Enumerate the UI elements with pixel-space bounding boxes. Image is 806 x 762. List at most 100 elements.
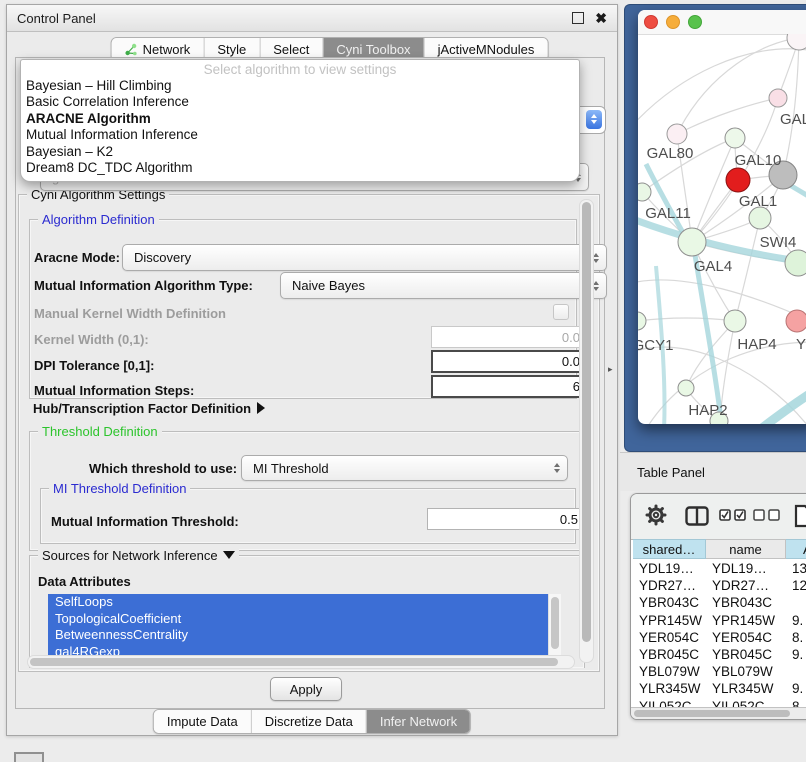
- table-cell: YBR043C: [712, 594, 786, 611]
- column-header-name[interactable]: name: [706, 539, 786, 559]
- table-row[interactable]: YBR043CYBR043C: [631, 594, 806, 611]
- hub-definition-toggle[interactable]: Hub/Transcription Factor Definition: [33, 401, 265, 416]
- network-edge[interactable]: [754, 374, 806, 424]
- minimize-traffic-light[interactable]: [666, 15, 680, 29]
- network-node-gal1[interactable]: [749, 207, 771, 229]
- algorithm-option-bayesian-hill-climbing[interactable]: Bayesian – Hill Climbing: [21, 78, 579, 94]
- table-window: shared…nameA YDL19…YDL19…13YDR27…YDR27…1…: [630, 493, 806, 720]
- manual-kernel-checkbox[interactable]: [553, 304, 569, 320]
- network-node-partial-top[interactable]: [787, 34, 806, 50]
- algorithm-option-mutual-information-inference[interactable]: Mutual Information Inference: [21, 127, 579, 143]
- table-row[interactable]: YBR045CYBR045C9.: [631, 646, 806, 663]
- algorithm-option-dream8-dc-tdc-algorithm[interactable]: Dream8 DC_TDC Algorithm: [21, 160, 579, 176]
- network-edge[interactable]: [692, 138, 735, 242]
- table-hscrollbar[interactable]: [631, 707, 806, 719]
- kernel-width-value: 0.0: [562, 330, 580, 345]
- apply-button-label: Apply: [290, 682, 323, 697]
- network-edge[interactable]: [677, 98, 778, 134]
- network-node-gal80[interactable]: [667, 124, 687, 144]
- algorithm-option-basic-correlation-inference[interactable]: Basic Correlation Inference: [21, 94, 579, 110]
- mi-steps-field[interactable]: 6: [431, 375, 589, 398]
- document-icon[interactable]: [794, 504, 806, 528]
- settings-hscrollbar-thumb[interactable]: [30, 658, 558, 666]
- table-cell: YDR27…: [639, 577, 706, 594]
- table-row[interactable]: YBL079WYBL079W: [631, 663, 806, 680]
- table-toolbar: [631, 494, 806, 540]
- algorithm-definition-group: Algorithm Definition Aracne Mode: Discov…: [29, 219, 577, 399]
- network-node-hap4[interactable]: [724, 310, 746, 332]
- table-row[interactable]: YDR27…YDR27…12: [631, 577, 806, 594]
- panel-collapse-arrow[interactable]: ▸: [608, 364, 613, 375]
- control-panel-title: Control Panel: [17, 11, 96, 26]
- unchecked-rows-icon[interactable]: [753, 509, 781, 521]
- kernel-width-field[interactable]: 0.0: [431, 326, 589, 348]
- checked-rows-icon[interactable]: [719, 509, 747, 521]
- table-hscrollbar-thumb[interactable]: [634, 710, 790, 717]
- mi-threshold-group: MI Threshold Definition Mutual Informati…: [40, 488, 576, 544]
- aracne-mode-combo[interactable]: Discovery: [122, 244, 607, 271]
- minimized-panel-icon[interactable]: [14, 752, 44, 762]
- network-node-gal4[interactable]: [678, 228, 706, 256]
- attributes-scrollbar-thumb[interactable]: [551, 597, 559, 649]
- table-row[interactable]: YDL19…YDL19…13: [631, 560, 806, 577]
- tab-infer-network[interactable]: Infer Network: [366, 710, 470, 733]
- algorithm-option-aracne-algorithm[interactable]: ARACNE Algorithm: [21, 111, 579, 127]
- sources-title-label: Sources for Network Inference: [42, 548, 218, 563]
- network-svg[interactable]: GALGAL80GAL10GAL1GAL11SWI4GAL4GCY1HAP4YH…: [638, 34, 806, 424]
- zoom-traffic-light[interactable]: [688, 15, 702, 29]
- column-header-a[interactable]: A: [786, 539, 806, 559]
- table-cell: 8.: [792, 629, 806, 646]
- network-node-gal10[interactable]: [725, 128, 745, 148]
- dpi-tolerance-field[interactable]: 0.0: [431, 350, 589, 373]
- settings-vscrollbar[interactable]: [579, 199, 594, 663]
- table-row[interactable]: YLR345WYLR345W9.: [631, 680, 806, 697]
- settings-vscrollbar-thumb[interactable]: [582, 202, 591, 642]
- control-panel-window: Control Panel ✖ NetworkStyleSelectCyni T…: [6, 4, 618, 736]
- node-label-gal4: GAL4: [694, 258, 732, 275]
- network-edge[interactable]: [788, 184, 806, 216]
- table-cell: 9.: [792, 646, 806, 663]
- attribute-item-betweennesscentrality[interactable]: BetweennessCentrality: [48, 627, 560, 644]
- mi-type-combo[interactable]: Naive Bayes: [280, 272, 607, 299]
- sources-title[interactable]: Sources for Network Inference: [38, 548, 239, 563]
- threshold-definition-group: Threshold Definition Which threshold to …: [29, 431, 585, 551]
- tab-impute-data[interactable]: Impute Data: [154, 710, 251, 733]
- network-edge[interactable]: [783, 38, 799, 175]
- network-edge[interactable]: [638, 280, 806, 334]
- stepper-icon: [586, 110, 602, 129]
- tab-label: Infer Network: [380, 714, 457, 729]
- settings-hscrollbar[interactable]: [27, 655, 575, 669]
- column-header-shared[interactable]: shared…: [633, 539, 706, 559]
- tab-label: Select: [273, 42, 309, 57]
- table-row[interactable]: YER054CYER054C8.: [631, 629, 806, 646]
- attributes-scrollbar[interactable]: [548, 594, 561, 660]
- table-row[interactable]: YPR145WYPR145W9.: [631, 612, 806, 629]
- tab-discretize-data[interactable]: Discretize Data: [251, 710, 366, 733]
- network-node-y-node[interactable]: [786, 310, 806, 332]
- network-node-red[interactable]: [726, 168, 750, 192]
- network-node-hap2[interactable]: [678, 380, 694, 396]
- tab-label: Network: [143, 42, 191, 57]
- bottom-tab-strip: Impute DataDiscretize Data Infer Network: [153, 709, 471, 734]
- gear-icon[interactable]: [645, 504, 667, 526]
- mi-threshold-field[interactable]: 0.5: [427, 508, 587, 530]
- apply-button[interactable]: Apply: [270, 677, 342, 701]
- which-threshold-combo[interactable]: MI Threshold: [241, 455, 568, 481]
- network-node-gal11[interactable]: [638, 183, 651, 201]
- float-icon[interactable]: [572, 12, 584, 24]
- network-tab-icon: [125, 43, 138, 56]
- network-window-titlebar: [638, 10, 806, 35]
- mi-type-value: Naive Bayes: [292, 278, 365, 293]
- split-columns-icon[interactable]: [685, 506, 709, 526]
- network-node-swi4[interactable]: [785, 250, 806, 276]
- network-edge[interactable]: [735, 218, 760, 321]
- close-icon[interactable]: ✖: [595, 11, 607, 25]
- close-traffic-light[interactable]: [644, 15, 658, 29]
- attribute-item-selfloops[interactable]: SelfLoops: [48, 594, 560, 611]
- threshold-definition-title: Threshold Definition: [38, 424, 162, 439]
- algorithm-option-bayesian-k2[interactable]: Bayesian – K2: [21, 144, 579, 160]
- network-edge[interactable]: [638, 318, 735, 321]
- network-node-gcy1[interactable]: [638, 312, 646, 330]
- network-node-gal7[interactable]: [769, 89, 787, 107]
- attribute-item-topologicalcoefficient[interactable]: TopologicalCoefficient: [48, 611, 560, 628]
